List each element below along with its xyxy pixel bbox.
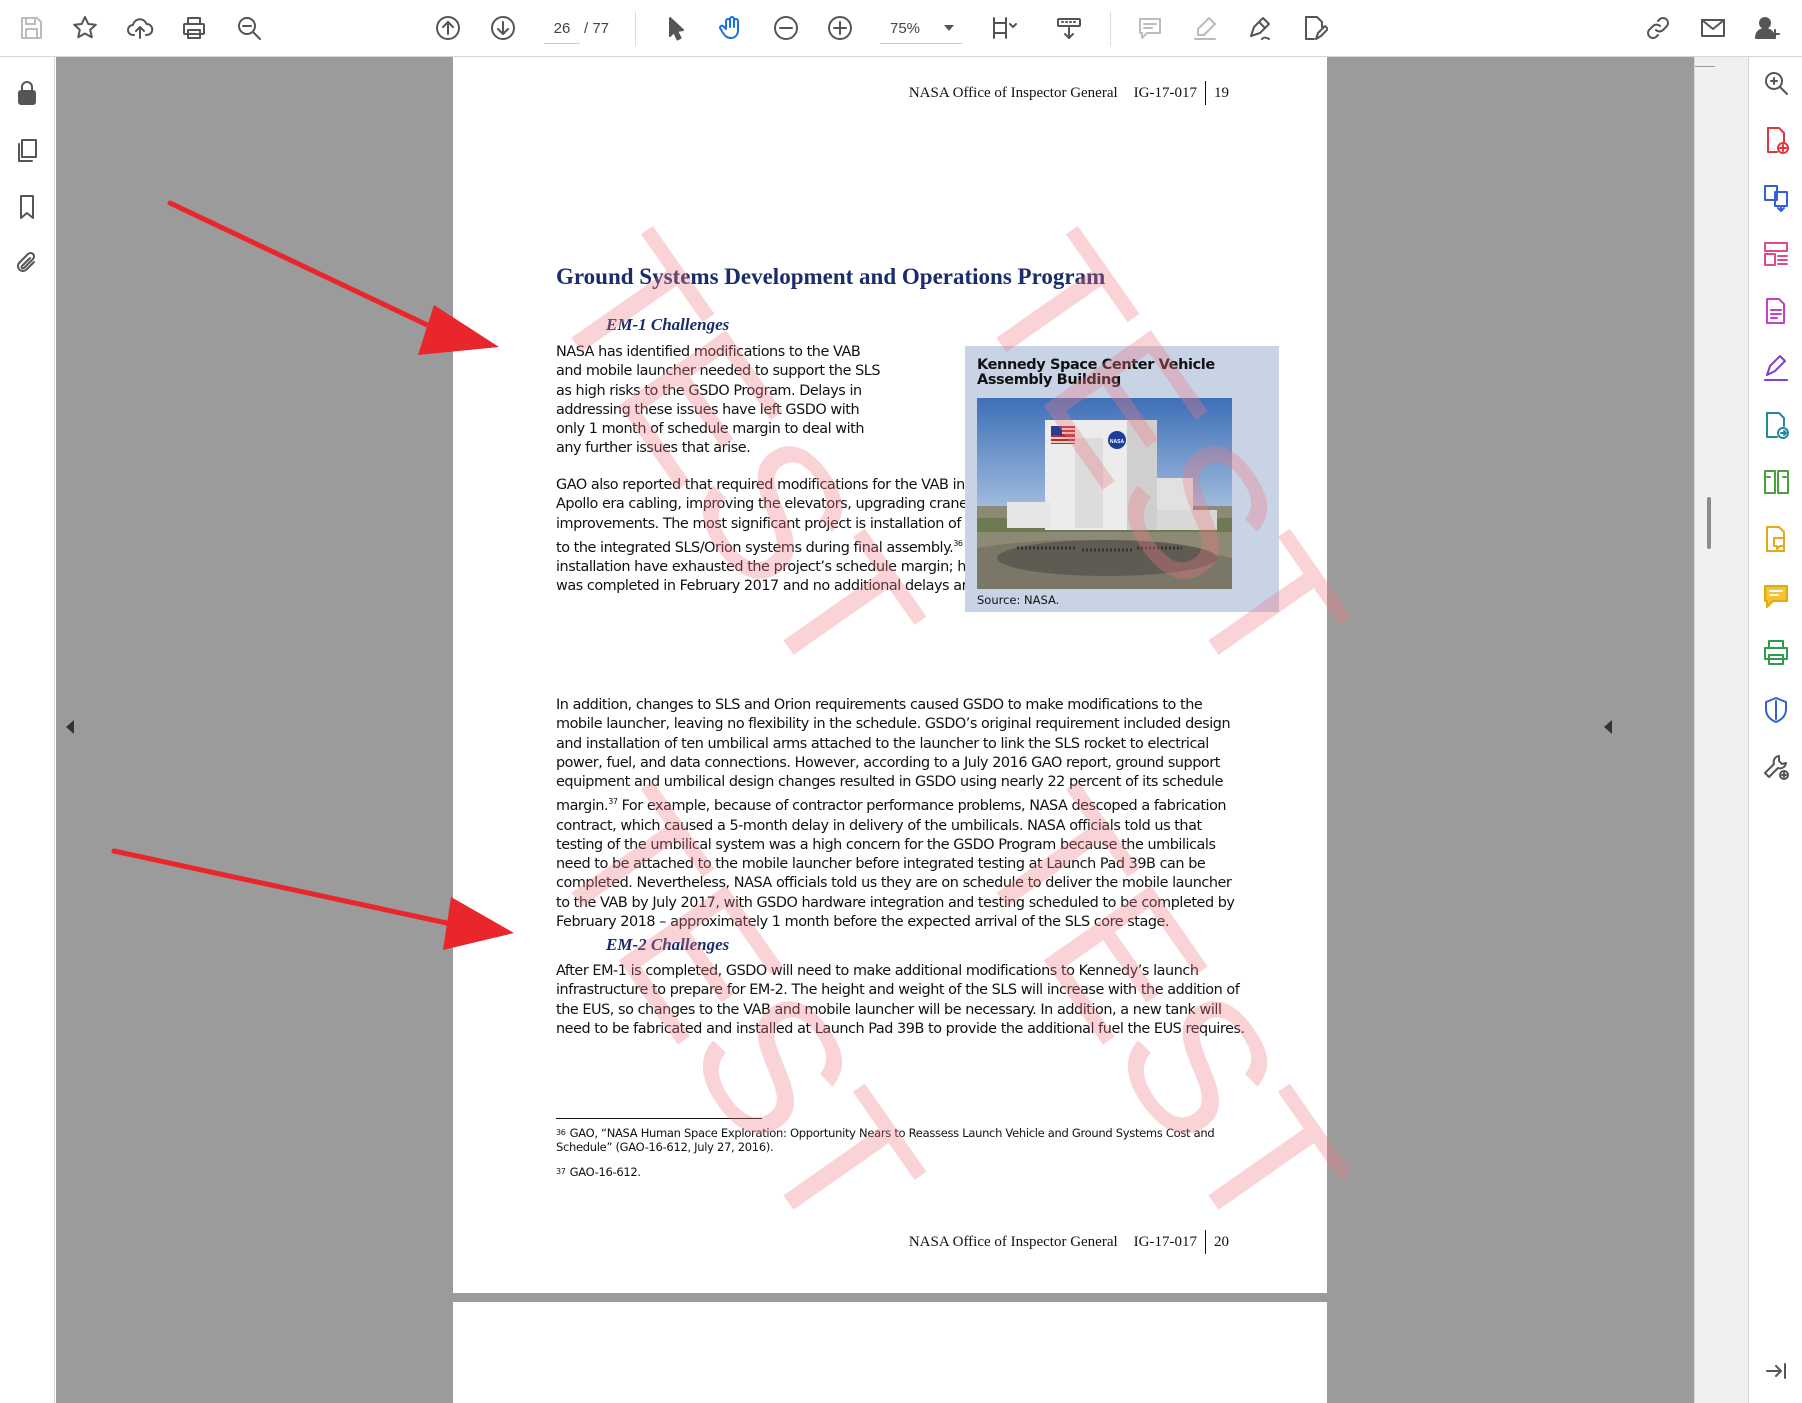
bookmark-star-icon[interactable] [66,9,104,47]
paragraph-3-text: In addition, changes to SLS and Orion re… [556,696,1246,932]
save-icon[interactable] [12,9,50,47]
header-org: NASA Office of Inspector General [908,84,1118,101]
highlight-icon[interactable] [1186,9,1224,47]
zoom-search-icon[interactable] [1758,65,1794,101]
pdf-page-20: Ground Systems Development and Operation… [453,160,1387,1293]
footnote-37: 37 GAO-16-612. [556,1165,641,1179]
print-icon[interactable] [175,9,213,47]
header-page-number: 19 [1214,84,1229,101]
pdf-page-21 [453,1302,1327,1403]
cloud-upload-icon[interactable] [121,9,159,47]
chevron-down-icon [944,25,954,31]
footnote-36: 36 GAO, “NASA Human Space Exploration: Op… [556,1126,1216,1154]
prev-page-icon[interactable] [429,9,467,47]
zoom-out-icon[interactable] [767,9,805,47]
sticky-note-icon[interactable] [1758,578,1794,614]
send-for-review-icon[interactable] [1758,407,1794,443]
comment-icon[interactable] [1131,9,1169,47]
collapse-right-panel-icon[interactable] [1604,720,1612,734]
page-header: NASA Office of Inspector General IG-17-0… [909,81,1229,105]
compare-files-icon[interactable] [1758,464,1794,500]
hand-tool-icon[interactable] [712,9,750,47]
toolbar: / 77 75% [0,0,1802,57]
red-arrow-icon [167,200,499,355]
paragraph-1: NASA has identified modifications to the… [556,343,886,459]
export-pdf-icon[interactable] [1758,179,1794,215]
paragraph-3: In addition, changes to SLS and Orion re… [556,696,1246,932]
page-total: / 77 [584,20,610,37]
footnote-37-number: 37 [556,1167,566,1176]
page-fit-icon[interactable] [984,9,1022,47]
zoom-value: 75% [890,20,921,37]
right-tools-panel [1748,57,1802,1403]
page-title: Ground Systems Development and Operation… [556,264,1106,289]
document-viewer[interactable]: NASA Office of Inspector General IG-17-0… [56,57,1696,1403]
create-pdf-icon[interactable] [1758,122,1794,158]
collapse-panel-icon[interactable] [1758,1353,1794,1389]
footnote-37-text: GAO-16-612. [569,1165,641,1179]
draw-pen-icon[interactable] [1240,9,1278,47]
page-thumbnails-icon[interactable] [8,131,46,169]
toolbar-divider [1110,12,1111,46]
page-footer: NASA Office of Inspector General IG-17-0… [909,1230,1229,1254]
scrollbar-top [1695,57,1715,67]
paragraph-1-text: NASA has identified modifications to the… [556,344,881,457]
comment-tool-icon[interactable] [1758,521,1794,557]
organize-pages-icon[interactable] [1758,236,1794,272]
select-cursor-icon[interactable] [657,9,695,47]
footer-org: NASA Office of Inspector General [908,1233,1118,1250]
fill-sign-icon[interactable] [1758,350,1794,386]
footnote-36-text: GAO, “NASA Human Space Exploration: Oppo… [556,1126,1215,1154]
search-icon[interactable] [230,9,268,47]
footnote-ref-36: 36 [953,538,963,548]
nasa-logo-text: NASA [1110,439,1125,445]
section-heading-em1: EM-1 Challenges [606,315,730,334]
figure-title: Kennedy Space Center Vehicle Assembly Bu… [977,357,1215,388]
page-number-input[interactable] [544,14,580,44]
zoom-in-icon[interactable] [821,9,859,47]
lock-icon[interactable] [8,74,46,112]
left-sidebar [0,57,55,1403]
header-report: IG-17-017 [1134,81,1206,105]
paragraph-3-text-b: For example, because of contractor perfo… [556,798,1235,931]
zoom-select[interactable]: 75% [880,14,962,44]
footnote-36-number: 36 [556,1128,566,1137]
paragraph-4: After EM-1 is completed, GSDO will need … [556,962,1246,1039]
footer-page-number: 20 [1214,1233,1229,1250]
more-tools-icon[interactable] [1758,749,1794,785]
paragraph-3-text-a: In addition, changes to SLS and Orion re… [556,697,1231,815]
figure-vab: Kennedy Space Center Vehicle Assembly Bu… [965,346,1279,612]
toolbar-divider [635,12,636,46]
protect-shield-icon[interactable] [1758,692,1794,728]
next-page-icon[interactable] [484,9,522,47]
print-production-icon[interactable] [1758,635,1794,671]
edit-pdf-icon[interactable] [1758,293,1794,329]
edit-text-icon[interactable] [1295,9,1333,47]
collapse-left-panel-icon[interactable] [66,720,74,734]
scroll-mode-icon[interactable] [1050,9,1088,47]
attachment-icon[interactable] [8,245,46,283]
paragraph-4-text: After EM-1 is completed, GSDO will need … [556,963,1245,1037]
figure-source: Source: NASA. [977,593,1060,607]
footer-report: IG-17-017 [1134,1230,1206,1254]
email-icon[interactable] [1694,9,1732,47]
footnote-divider [556,1118,762,1119]
bookmarks-icon[interactable] [8,188,46,226]
scrollbar-thumb[interactable] [1707,497,1711,549]
vab-photo: NASA [977,398,1232,589]
share-link-icon[interactable] [1639,9,1677,47]
vertical-scrollbar[interactable] [1694,57,1748,1403]
add-user-icon[interactable] [1748,9,1786,47]
section-heading-em2: EM-2 Challenges [606,935,730,954]
